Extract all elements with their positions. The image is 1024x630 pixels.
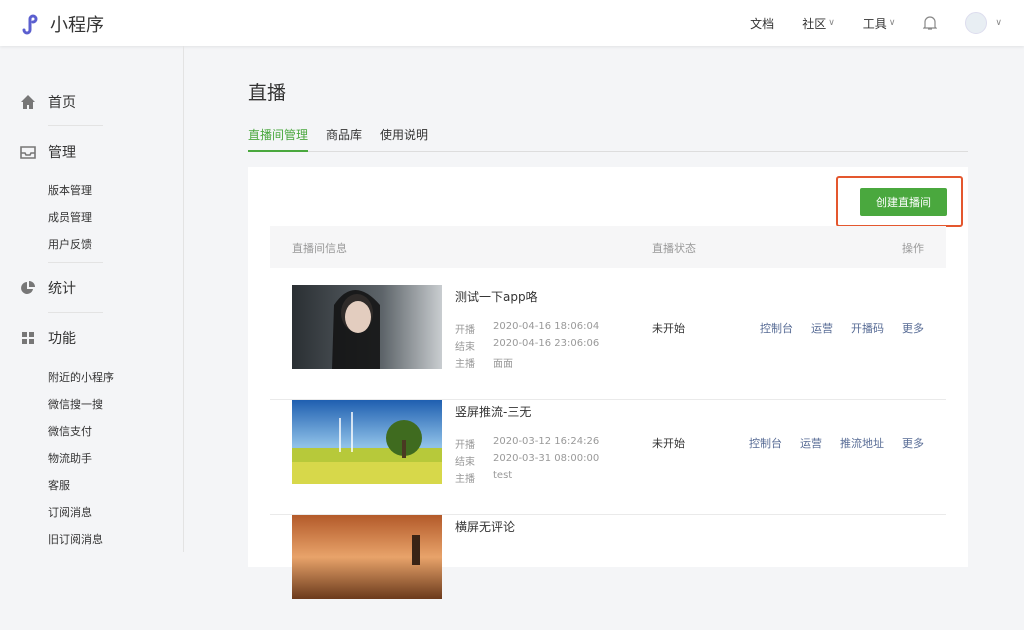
room-title: 横屏无评论 (455, 520, 516, 534)
sidebar-item-manage[interactable]: 管理 (20, 142, 76, 162)
tab-live-rooms[interactable]: 直播间管理 (248, 126, 309, 152)
stream-url-link[interactable]: 推流地址 (840, 435, 884, 451)
room-title: 竖屏推流-三无 (455, 405, 532, 419)
host: 主播 面面 (455, 355, 513, 370)
start-time: 开播 2020-03-12 16:24:26 (455, 436, 599, 451)
table-header: 直播间信息 直播状态 操作 (270, 226, 946, 268)
grid-icon (22, 332, 34, 344)
start-time: 开播 2020-04-16 18:06:04 (455, 321, 599, 336)
meta-label: 开播 (455, 440, 475, 451)
user-menu[interactable]: ∨ (965, 12, 1002, 34)
meta-label: 开播 (455, 325, 475, 336)
meta-value: test (493, 470, 513, 481)
top-bar: 小程序 文档 社区 ∨ 工具 ∨ ∨ (0, 0, 1024, 46)
nav-docs[interactable]: 文档 (750, 15, 774, 32)
sidebar-item-service[interactable]: 客服 (48, 477, 70, 493)
page-title: 直播 (248, 82, 287, 104)
sidebar-item-features[interactable]: 功能 (20, 328, 76, 348)
nav-tools-label: 工具 (862, 16, 887, 31)
room-title: 测试一下app咯 (455, 290, 538, 304)
meta-label: 主播 (455, 474, 475, 485)
sidebar-item-old-subscribe[interactable]: 旧订阅消息 (48, 531, 103, 547)
chevron-down-icon: ∨ (995, 18, 1002, 28)
pie-chart-icon (21, 281, 35, 294)
sidebar-item-label: 功能 (48, 331, 76, 347)
sidebar-item-logistics[interactable]: 物流助手 (48, 450, 92, 466)
miniprogram-logo-icon (22, 14, 38, 35)
sidebar-item-subscribe[interactable]: 订阅消息 (48, 504, 92, 520)
nav-docs-label: 文档 (750, 16, 775, 31)
logo[interactable]: 小程序 (20, 11, 104, 37)
table-row: 测试一下app咯 开播 2020-04-16 18:06:04 结束 2020-04… (270, 285, 946, 400)
console-link[interactable]: 控制台 (749, 435, 782, 451)
table-row: 横屏无评论 (270, 515, 946, 630)
table-row: 竖屏推流-三无 开播 2020-03-12 16:24:26 结束 2020-03-… (270, 400, 946, 515)
more-link[interactable]: 更多 (902, 320, 924, 336)
notification-bell[interactable] (923, 15, 938, 31)
sidebar-item-search[interactable]: 微信搜一搜 (48, 396, 103, 412)
operations-link[interactable]: 运营 (811, 320, 833, 336)
avatar (965, 12, 988, 34)
sidebar-item-home[interactable]: 首页 (20, 92, 76, 112)
status-text: 未开始 (652, 322, 685, 335)
end-time: 结束 2020-04-16 23:06:06 (455, 338, 599, 353)
app-name: 小程序 (50, 15, 104, 36)
sidebar-item-label: 统计 (48, 281, 76, 297)
meta-value: 面面 (493, 359, 513, 370)
nav-community[interactable]: 社区 ∨ (802, 15, 835, 32)
meta-label: 结束 (455, 342, 475, 353)
sidebar-item-version[interactable]: 版本管理 (48, 182, 92, 198)
meta-value: 2020-03-31 08:00:00 (493, 453, 600, 464)
tabs: 直播间管理 商品库 使用说明 (248, 126, 968, 152)
live-code-link[interactable]: 开播码 (851, 320, 884, 336)
chevron-down-icon: ∨ (828, 18, 835, 28)
chevron-down-icon: ∨ (888, 18, 896, 28)
sidebar-item-pay[interactable]: 微信支付 (48, 423, 92, 439)
tab-instructions[interactable]: 使用说明 (380, 126, 428, 152)
sidebar: 首页 管理 版本管理 成员管理 用户反馈 统计 功能 附近的小程序 微信搜一搜 … (0, 46, 184, 552)
nav-tools[interactable]: 工具 ∨ (863, 15, 896, 32)
meta-value: 2020-04-16 18:06:04 (493, 321, 600, 332)
console-link[interactable]: 控制台 (760, 320, 793, 336)
column-actions: 操作 (902, 242, 924, 255)
meta-label: 主播 (455, 359, 475, 370)
sidebar-item-stats[interactable]: 统计 (20, 278, 76, 298)
cover-image (292, 400, 442, 484)
create-live-room-button[interactable]: 创建直播间 (860, 188, 947, 216)
bell-icon (923, 16, 938, 30)
status-text: 未开始 (652, 437, 685, 450)
live-room-card: 创建直播间 直播间信息 直播状态 操作 测试一下app咯 开播 2020-04-1… (248, 167, 968, 599)
sidebar-item-nearby[interactable]: 附近的小程序 (48, 369, 114, 385)
home-icon (21, 95, 35, 109)
divider (48, 262, 103, 263)
divider (48, 312, 103, 313)
sidebar-item-label: 管理 (48, 145, 76, 161)
meta-value: 2020-04-16 23:06:06 (493, 338, 600, 349)
host: 主播 test (455, 470, 512, 485)
sidebar-item-feedback[interactable]: 用户反馈 (48, 236, 92, 252)
cover-image (292, 285, 442, 369)
end-time: 结束 2020-03-31 08:00:00 (455, 453, 599, 468)
inbox-icon (20, 146, 36, 159)
column-status: 直播状态 (652, 242, 696, 255)
more-link[interactable]: 更多 (902, 435, 924, 451)
nav-community-label: 社区 (802, 16, 827, 31)
sidebar-item-members[interactable]: 成员管理 (48, 209, 92, 225)
cover-image (292, 515, 442, 599)
column-info: 直播间信息 (292, 242, 347, 255)
meta-value: 2020-03-12 16:24:26 (493, 436, 600, 447)
operations-link[interactable]: 运营 (800, 435, 822, 451)
sidebar-item-label: 首页 (48, 95, 76, 111)
meta-label: 结束 (455, 457, 475, 468)
divider (48, 125, 103, 126)
tab-products[interactable]: 商品库 (326, 126, 362, 152)
